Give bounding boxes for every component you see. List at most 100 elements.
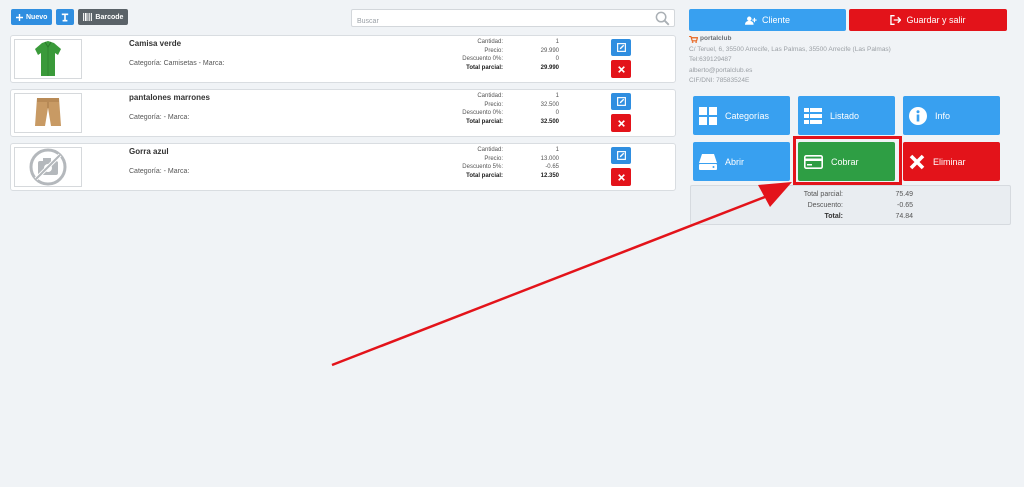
logout-icon (890, 15, 902, 25)
grid-icon (699, 106, 717, 125)
quantity-value: 1 (555, 147, 559, 154)
quantity-value: 1 (555, 39, 559, 46)
categorias-label: Categorías (725, 110, 770, 121)
total-parcial-label: Total parcial: (803, 191, 843, 198)
search-input[interactable] (352, 13, 642, 30)
quantity-label: Cantidad: (477, 93, 503, 100)
discount-label: Descuento 5%: (462, 164, 503, 171)
list-icon (804, 107, 822, 124)
descuento-value: -0.65 (897, 202, 913, 209)
quantity-value: 1 (555, 93, 559, 100)
nuevo-button[interactable]: Nuevo (11, 9, 53, 25)
discount-value: 0 (555, 110, 559, 117)
cliente-button[interactable]: Cliente (689, 9, 846, 31)
product-name: Gorra azul (129, 147, 169, 156)
guardar-salir-button[interactable]: Guardar y salir (849, 9, 1007, 31)
eliminar-button[interactable]: Eliminar (903, 142, 1000, 181)
discount-value: 0 (555, 56, 559, 63)
edit-icon (616, 43, 626, 52)
delete-x-icon (617, 65, 625, 73)
drive-icon (699, 153, 717, 170)
line-amounts: Cantidad: 1 Precio: 32.500 Descuento 0%: 0 … (401, 92, 559, 126)
delete-x-icon (617, 119, 625, 127)
company-name-row: portalclub (689, 34, 891, 45)
total-parcial-value: 75.49 (895, 191, 913, 198)
listado-button[interactable]: Listado (798, 96, 895, 135)
price-value: 29.990 (540, 47, 559, 54)
subtotal-value: 32.500 (540, 118, 559, 125)
cliente-label: Cliente (761, 15, 790, 25)
search-icon[interactable] (655, 11, 670, 26)
descuento-label: Descuento: (807, 202, 843, 209)
subtotal-label: Total parcial: (466, 118, 503, 125)
totals-panel: Total parcial: 75.49 Descuento: -0.65 Tota… (690, 185, 1011, 225)
total-value: 74.84 (895, 213, 913, 220)
edit-line-button[interactable] (611, 93, 631, 110)
edit-icon (616, 97, 626, 106)
product-category: Categoría: - Marca: (129, 114, 190, 121)
highlight-box-annotation (793, 136, 902, 185)
product-category: Categoría: - Marca: (129, 168, 190, 175)
info-label: Info (935, 110, 951, 121)
product-category: Categoría: Camisetas - Marca: (129, 60, 225, 67)
product-thumbnail (14, 39, 82, 79)
search-box (351, 9, 675, 30)
brown-shorts-image (35, 98, 61, 126)
delete-x-icon (617, 173, 625, 181)
text-button[interactable] (56, 9, 75, 25)
cart-line: Gorra azul Categoría: - Marca: Cantidad:… (10, 143, 676, 191)
line-amounts: Cantidad: 1 Precio: 13.000 Descuento 5%: -0… (401, 146, 559, 180)
barcode-label: Barcode (95, 13, 124, 21)
subtotal-label: Total parcial: (466, 172, 503, 179)
price-value: 32.500 (540, 101, 559, 108)
product-thumbnail (14, 147, 82, 187)
subtotal-value: 12.350 (540, 172, 559, 179)
product-thumbnail (14, 93, 82, 133)
company-phone: Tel:639129487 (689, 56, 732, 63)
text-cursor-icon (62, 13, 69, 21)
categorias-button[interactable]: Categorías (693, 96, 790, 135)
price-label: Precio: (484, 155, 503, 162)
guardar-label: Guardar y salir (906, 15, 966, 25)
delete-line-button[interactable] (611, 114, 631, 132)
product-name: pantalones marrones (129, 93, 210, 102)
plus-icon (16, 13, 23, 21)
line-amounts: Cantidad: 1 Precio: 29.990 Descuento 0%: 0 … (401, 38, 559, 72)
quantity-label: Cantidad: (477, 147, 503, 154)
price-label: Precio: (484, 47, 503, 54)
price-label: Precio: (484, 101, 503, 108)
cart-line: pantalones marrones Categoría: - Marca: … (10, 89, 676, 137)
company-info: portalclub C/ Teruel, 6, 35500 Arrecife,… (689, 34, 891, 87)
total-label: Total: (824, 213, 843, 220)
eliminar-label: Eliminar (933, 156, 966, 167)
subtotal-label: Total parcial: (466, 64, 503, 71)
user-plus-icon (744, 16, 757, 25)
toolbar: Nuevo Barcode (11, 9, 129, 25)
barcode-button[interactable]: Barcode (78, 9, 129, 25)
close-x-icon (909, 154, 925, 169)
camera-off-icon (29, 148, 67, 186)
barcode-icon (83, 13, 93, 21)
company-cif: CIF/DNI: 78583524E (689, 77, 750, 84)
company-email: alberto@portalclub.es (689, 66, 753, 74)
green-shirt-image (35, 41, 61, 76)
abrir-button[interactable]: Abrir (693, 142, 790, 181)
info-button[interactable]: Info (903, 96, 1000, 135)
info-icon (909, 106, 927, 125)
cart-line: Camisa verde Categoría: Camisetas - Marc… (10, 35, 676, 83)
discount-label: Descuento 0%: (462, 56, 503, 63)
discount-label: Descuento 0%: (462, 110, 503, 117)
company-address: C/ Teruel, 6, 35500 Arrecife, Las Palmas… (689, 45, 891, 53)
delete-line-button[interactable] (611, 60, 631, 78)
discount-value: -0.65 (545, 164, 559, 171)
edit-line-button[interactable] (611, 147, 631, 164)
company-name: portalclub (700, 35, 732, 42)
edit-icon (616, 151, 626, 160)
quantity-label: Cantidad: (477, 39, 503, 46)
product-name: Camisa verde (129, 39, 182, 48)
listado-label: Listado (830, 110, 860, 121)
subtotal-value: 29.990 (540, 64, 559, 71)
edit-line-button[interactable] (611, 39, 631, 56)
price-value: 13.000 (540, 155, 559, 162)
delete-line-button[interactable] (611, 168, 631, 186)
